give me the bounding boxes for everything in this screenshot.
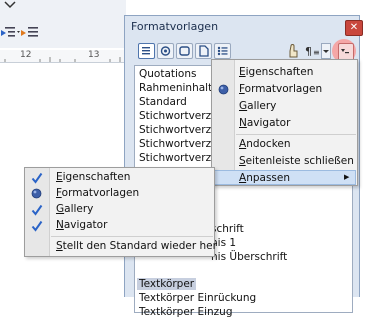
menu-item-dock[interactable]: Andocken — [239, 138, 291, 150]
menu-item-close-sidebar[interactable]: Seitenleiste schließen — [239, 155, 354, 167]
submenu-item-formatvorlagen[interactable]: Formatvorlagen — [56, 187, 139, 199]
dialog-title: Formatvorlagen — [131, 20, 219, 33]
sidebar-deck-menu: Eigenschaften Formatvorlagen Gallery Nav… — [211, 59, 358, 186]
horizontal-ruler[interactable]: 12 13 — [0, 50, 126, 63]
list-item[interactable]: Rahmeninhalt — [139, 82, 212, 94]
radio-dot-icon — [218, 84, 229, 95]
close-button[interactable]: ✕ — [345, 20, 363, 36]
list-item[interactable]: Quotations — [139, 68, 196, 80]
dropdown-arrow-icon[interactable] — [17, 27, 20, 37]
submenu-item-eigenschaften[interactable]: Eigenschaften — [56, 171, 130, 183]
menu-item-customize[interactable]: Anpassen ▶ — [213, 170, 356, 185]
writer-toolbar — [0, 0, 126, 48]
submenu-item-gallery[interactable]: Gallery — [56, 203, 93, 215]
fill-format-button[interactable] — [286, 42, 306, 60]
svg-text:≡: ≡ — [313, 48, 320, 57]
list-styles-button[interactable] — [214, 43, 231, 59]
list-item[interactable]: schrift — [211, 223, 244, 235]
chevron-down-icon[interactable] — [2, 0, 18, 10]
frame-styles-icon — [179, 46, 190, 56]
submenu-item-reset-default[interactable]: Stellt den Standard wieder her — [56, 240, 217, 252]
list-item[interactable]: Textkörper Einzug — [139, 306, 233, 318]
ruler-ticks — [4, 57, 121, 62]
page-styles-button[interactable] — [195, 43, 212, 59]
check-icon — [31, 220, 43, 232]
decrease-indent-icon[interactable] — [0, 26, 16, 40]
svg-text:¶: ¶ — [305, 45, 312, 58]
submenu-item-navigator[interactable]: Navigator — [56, 219, 107, 231]
list-item[interactable]: Standard — [139, 96, 187, 108]
menu-item-gallery[interactable]: Gallery — [239, 100, 276, 112]
options-icon — [341, 49, 349, 54]
submenu-arrow-icon: ▶ — [344, 173, 350, 181]
paragraph-styles-button[interactable] — [138, 43, 155, 59]
fill-format-icon — [289, 44, 298, 58]
paragraph-styles-icon — [142, 47, 150, 55]
list-item[interactable]: nis Überschrift — [211, 251, 287, 263]
list-item[interactable]: Textkörper Einrückung — [139, 292, 256, 304]
character-styles-button[interactable] — [157, 43, 174, 59]
menu-item-formatvorlagen[interactable]: Formatvorlagen — [239, 83, 322, 95]
character-styles-icon — [160, 46, 171, 56]
new-style-dropdown-button[interactable] — [321, 43, 331, 59]
menu-item-navigator[interactable]: Navigator — [239, 117, 290, 129]
menu-item-customize-label: Anpassen — [239, 172, 290, 184]
list-styles-icon — [217, 46, 228, 56]
menu-gutter — [212, 60, 235, 185]
customize-submenu: Eigenschaften Formatvorlagen Gallery Nav… — [24, 167, 217, 257]
check-icon — [31, 172, 43, 184]
check-icon — [31, 204, 43, 216]
menu-separator — [51, 236, 213, 237]
page-styles-icon — [199, 45, 209, 57]
list-item-selected[interactable]: Textkörper — [137, 278, 197, 290]
menu-separator — [236, 134, 356, 135]
radio-dot-icon — [31, 188, 42, 199]
menu-item-eigenschaften[interactable]: Eigenschaften — [239, 66, 313, 78]
chevron-down-icon — [323, 50, 329, 53]
frame-styles-button[interactable] — [176, 43, 193, 59]
increase-indent-icon[interactable] — [20, 26, 40, 40]
